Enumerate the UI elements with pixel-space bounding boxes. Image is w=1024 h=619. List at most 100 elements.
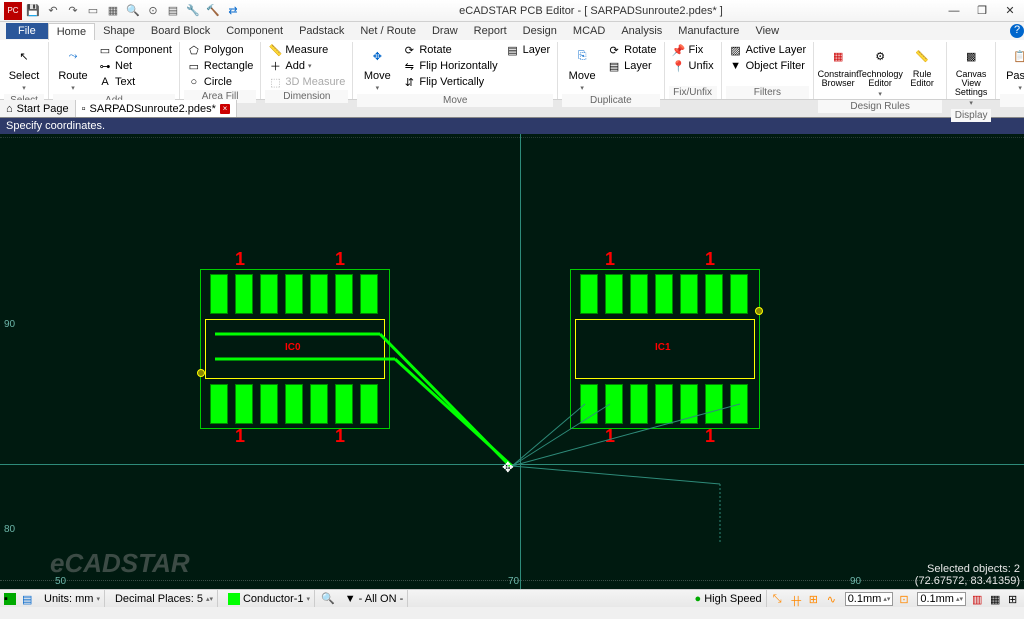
pin-icon: 📌 xyxy=(672,43,686,57)
route-icon: ⤳ xyxy=(61,44,85,68)
paste-button[interactable]: 📋Paste▾ xyxy=(1000,42,1024,94)
grid-spacing-field[interactable]: 0.1mm▴▾ xyxy=(845,592,894,606)
status-icon[interactable]: 🔍 xyxy=(321,592,335,605)
status-icon[interactable]: 卄 xyxy=(791,593,803,605)
polygon-button[interactable]: ⬠Polygon xyxy=(184,42,257,58)
3d-measure-button[interactable]: ⬚3D Measure xyxy=(265,74,348,90)
text-button[interactable]: AText xyxy=(95,74,175,90)
net-button[interactable]: ⊶Net xyxy=(95,58,175,74)
tab-board-block[interactable]: Board Block xyxy=(143,23,218,39)
status-icon[interactable]: ▦ xyxy=(990,593,1002,605)
tab-shape[interactable]: Shape xyxy=(95,23,143,39)
tab-component[interactable]: Component xyxy=(218,23,291,39)
tab-analysis[interactable]: Analysis xyxy=(613,23,670,39)
rotate-button[interactable]: ⟳Rotate xyxy=(399,42,500,58)
redo-icon[interactable]: ↷ xyxy=(64,2,82,20)
move-button[interactable]: ✥Move▾ xyxy=(357,42,397,94)
dup-layer-button[interactable]: ▤Layer xyxy=(604,58,659,74)
app-icon[interactable]: PC xyxy=(4,2,22,20)
wrench-icon[interactable]: 🔧 xyxy=(184,2,202,20)
duplicate-move-button[interactable]: ⎘Move▾ xyxy=(562,42,602,94)
rectangle-button[interactable]: ▭Rectangle xyxy=(184,58,257,74)
circle-icon: ○ xyxy=(187,75,201,89)
object-filter-button[interactable]: ▼Object Filter xyxy=(726,58,810,74)
technology-editor-button[interactable]: ⚙Technology Editor▾ xyxy=(860,42,900,100)
ribbon-label-rules: Design Rules xyxy=(818,100,942,113)
flip-h-icon: ⇋ xyxy=(402,59,416,73)
route-button[interactable]: ⤳Route▾ xyxy=(53,42,93,94)
board-outline xyxy=(0,137,1024,138)
tab-net-route[interactable]: Net / Route xyxy=(352,23,424,39)
maximize-button[interactable]: ❐ xyxy=(968,1,996,21)
tab-close-button[interactable]: × xyxy=(220,104,230,114)
tab-padstack[interactable]: Padstack xyxy=(291,23,352,39)
ribbon-label-clipboard: Clipboard xyxy=(1000,94,1024,107)
text-icon: A xyxy=(98,75,112,89)
start-page-tab[interactable]: ⌂Start Page xyxy=(0,100,76,117)
hammer-icon[interactable]: 🔨 xyxy=(204,2,222,20)
fix-button[interactable]: 📌Fix xyxy=(669,42,717,58)
status-icon[interactable]: ⤡ xyxy=(773,593,785,605)
tab-mcad[interactable]: MCAD xyxy=(565,23,613,39)
pin-label: 1 xyxy=(335,426,345,447)
snap-spacing-field[interactable]: 0.1mm▴▾ xyxy=(917,592,966,606)
flip-v-button[interactable]: ⇵Flip Vertically xyxy=(399,74,500,90)
tab-report[interactable]: Report xyxy=(466,23,515,39)
dimension-add-button[interactable]: ＋Add▾ xyxy=(265,58,348,74)
component-button[interactable]: ▭Component xyxy=(95,42,175,58)
high-speed-toggle[interactable]: ●High Speed xyxy=(691,590,767,607)
zoom-icon[interactable]: 🔍 xyxy=(124,2,142,20)
help-icon[interactable]: ? xyxy=(1010,24,1024,38)
layer-color-swatch xyxy=(228,593,240,605)
save-icon[interactable]: 💾 xyxy=(24,2,42,20)
status-icon[interactable]: ▤ xyxy=(22,593,34,605)
units-field[interactable]: Units:mm▾ xyxy=(40,590,105,607)
polygon-icon: ⬠ xyxy=(187,43,201,57)
unfix-button[interactable]: 📍Unfix xyxy=(669,58,717,74)
component-ic0[interactable]: IC0 1 1 1 1 xyxy=(205,274,385,424)
drill-icon[interactable]: ⊙ xyxy=(144,2,162,20)
undo-icon[interactable]: ↶ xyxy=(44,2,62,20)
tab-draw[interactable]: Draw xyxy=(424,23,466,39)
ribbon-group-fix: 📌Fix 📍Unfix Fix/Unfix xyxy=(665,42,722,99)
tab-view[interactable]: View xyxy=(747,23,787,39)
ribbon-label-dimension: Dimension xyxy=(265,90,348,103)
visibility-field[interactable]: ▼- All ON - xyxy=(341,590,409,607)
constraint-browser-button[interactable]: ▦Constraint Browser xyxy=(818,42,858,90)
status-icon[interactable]: ∿ xyxy=(827,593,839,605)
layer-field[interactable]: Conductor-1▾ xyxy=(224,590,315,607)
status-icon[interactable]: ▥ xyxy=(972,593,984,605)
chevron-down-icon: ▾ xyxy=(969,99,973,107)
rule-editor-button[interactable]: 📏Rule Editor xyxy=(902,42,942,90)
ribbon-group-areafill: ⬠Polygon ▭Rectangle ○Circle Area Fill xyxy=(180,42,262,99)
circle-button[interactable]: ○Circle xyxy=(184,74,257,90)
status-icon[interactable]: ▪ xyxy=(4,593,16,605)
select-button[interactable]: ↖Select▾ xyxy=(4,42,44,94)
measure-button[interactable]: 📏Measure xyxy=(265,42,348,58)
document-tab[interactable]: ▫SARPADSunroute2.pdes*× xyxy=(76,100,237,117)
active-layer-button[interactable]: ▨Active Layer xyxy=(726,42,810,58)
canvas-view-button[interactable]: ▩Canvas View Settings▾ xyxy=(951,42,991,109)
net-icon: ⊶ xyxy=(98,59,112,73)
rectangle-icon: ▭ xyxy=(187,59,201,73)
component-ic1[interactable]: IC1 1 1 1 1 xyxy=(575,274,755,424)
close-button[interactable]: ✕ xyxy=(996,1,1024,21)
flip-h-button[interactable]: ⇋Flip Horizontally xyxy=(399,58,500,74)
file-menu[interactable]: File xyxy=(6,23,48,39)
tab-design[interactable]: Design xyxy=(515,23,565,39)
grid-icon[interactable]: ▦ xyxy=(104,2,122,20)
pcb-canvas[interactable]: 90 80 50 70 90 IC0 1 1 1 1 xyxy=(0,134,1024,589)
status-icon[interactable]: ⊡ xyxy=(899,593,911,605)
status-icon[interactable]: ⊞ xyxy=(1008,593,1020,605)
ribbon-label-display: Display xyxy=(951,109,991,122)
tab-manufacture[interactable]: Manufacture xyxy=(670,23,747,39)
move-layer-button[interactable]: ▤Layer xyxy=(503,42,554,58)
tab-home[interactable]: Home xyxy=(48,23,95,40)
decimals-field[interactable]: Decimal Places:5▴▾ xyxy=(111,590,218,607)
status-icon[interactable]: ⊞ xyxy=(809,593,821,605)
doc-icon[interactable]: ▤ xyxy=(164,2,182,20)
dup-rotate-button[interactable]: ⟳Rotate xyxy=(604,42,659,58)
box-icon[interactable]: ▭ xyxy=(84,2,102,20)
minimize-button[interactable]: — xyxy=(940,1,968,21)
swap-icon[interactable]: ⇄ xyxy=(224,2,242,20)
